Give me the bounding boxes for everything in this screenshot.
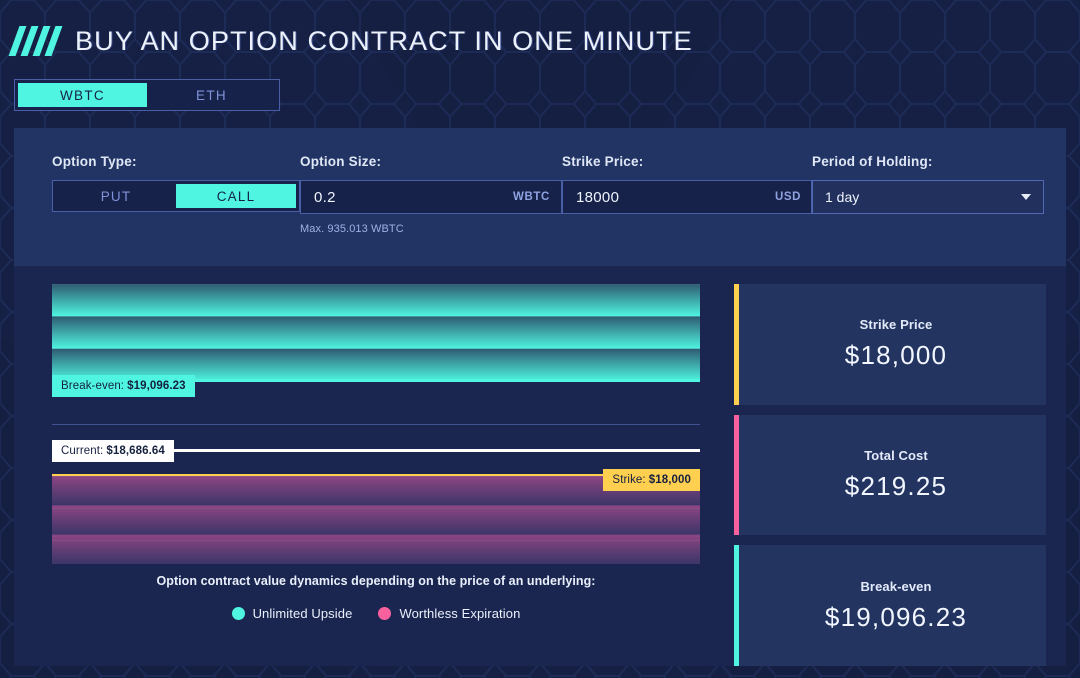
legend-item-unlimited-upside: Unlimited Upside xyxy=(232,606,353,621)
summary-card-strike-price: Strike Price $18,000 xyxy=(734,284,1046,405)
summary-card-break-even: Break-even $19,096.23 xyxy=(734,545,1046,666)
legend-dot-icon-upside xyxy=(232,607,245,620)
strike-price-unit: USD xyxy=(775,191,801,203)
current-price-marker-value: $18,686.64 xyxy=(106,445,165,457)
period-of-holding-value: 1 day xyxy=(825,189,1021,205)
chevron-down-icon[interactable] xyxy=(1021,194,1031,200)
break-even-marker-tag: Break-even: $19,096.23 xyxy=(52,375,195,397)
option-value-chart: Break-even: $19,096.23 Current: $18,686.… xyxy=(52,284,700,554)
asset-tab-wbtc[interactable]: WBTC xyxy=(18,83,147,107)
strike-price-field: Strike Price: USD xyxy=(562,154,812,266)
break-even-marker-label: Break-even: xyxy=(61,380,124,392)
strike-price-input[interactable] xyxy=(576,189,775,206)
current-price-marker-tag: Current: $18,686.64 xyxy=(52,440,174,462)
option-size-max-hint: Max. 935.013 WBTC xyxy=(300,223,562,235)
period-of-holding-label: Period of Holding: xyxy=(812,154,1044,169)
summary-card-total-cost: Total Cost $219.25 xyxy=(734,415,1046,536)
option-size-input-wrapper[interactable]: WBTC xyxy=(300,180,562,214)
legend-label-worthless: Worthless Expiration xyxy=(399,606,520,621)
summary-card-strike-price-label: Strike Price xyxy=(860,317,933,332)
option-size-label: Option Size: xyxy=(300,154,562,169)
current-price-marker-label: Current: xyxy=(61,445,103,457)
unlimited-upside-band xyxy=(52,284,700,381)
legend-label-upside: Unlimited Upside xyxy=(253,606,353,621)
strike-price-label: Strike Price: xyxy=(562,154,812,169)
summary-card-break-even-label: Break-even xyxy=(860,579,931,594)
option-type-call-button[interactable]: CALL xyxy=(176,184,296,208)
option-type-put-button[interactable]: PUT xyxy=(56,184,176,208)
option-size-input[interactable] xyxy=(314,189,513,206)
option-type-label: Option Type: xyxy=(52,154,300,169)
option-size-unit: WBTC xyxy=(513,191,550,203)
asset-tab-eth[interactable]: ETH xyxy=(147,83,276,107)
period-of-holding-select[interactable]: 1 day xyxy=(812,180,1044,214)
option-type-toggle: PUT CALL xyxy=(52,180,300,212)
break-even-marker-value: $19,096.23 xyxy=(127,380,186,392)
summary-card-break-even-value: $19,096.23 xyxy=(825,602,967,633)
chart-divider xyxy=(52,424,700,425)
asset-tab-group: WBTC ETH xyxy=(14,79,280,111)
chart-caption: Option contract value dynamics depending… xyxy=(52,574,700,588)
app-header: BUY AN OPTION CONTRACT IN ONE MINUTE xyxy=(0,0,1080,62)
strike-price-marker-tag: Strike: $18,000 xyxy=(603,469,700,491)
legend-item-worthless-expiration: Worthless Expiration xyxy=(378,606,520,621)
strike-price-marker-label: Strike: xyxy=(612,474,645,486)
summary-card-total-cost-value: $219.25 xyxy=(845,471,947,502)
option-type-field: Option Type: PUT CALL xyxy=(52,154,300,266)
page-title: BUY AN OPTION CONTRACT IN ONE MINUTE xyxy=(75,26,693,57)
option-size-field: Option Size: WBTC Max. 935.013 WBTC xyxy=(300,154,562,266)
slashes-logo-icon xyxy=(14,26,57,56)
chart-legend: Unlimited Upside Worthless Expiration xyxy=(52,606,700,621)
period-of-holding-field: Period of Holding: 1 day xyxy=(812,154,1044,266)
summary-card-strike-price-value: $18,000 xyxy=(845,340,947,371)
chart-column: Break-even: $19,096.23 Current: $18,686.… xyxy=(14,284,734,666)
strike-price-input-wrapper[interactable]: USD xyxy=(562,180,812,214)
summary-cards: Strike Price $18,000 Total Cost $219.25 … xyxy=(734,284,1066,666)
legend-dot-icon-worthless xyxy=(378,607,391,620)
option-form-panel: Option Type: PUT CALL Option Size: WBTC … xyxy=(14,128,1066,266)
strike-price-marker-value: $18,000 xyxy=(649,474,691,486)
chart-and-summary-panel: Break-even: $19,096.23 Current: $18,686.… xyxy=(14,266,1066,666)
summary-card-total-cost-label: Total Cost xyxy=(864,448,928,463)
